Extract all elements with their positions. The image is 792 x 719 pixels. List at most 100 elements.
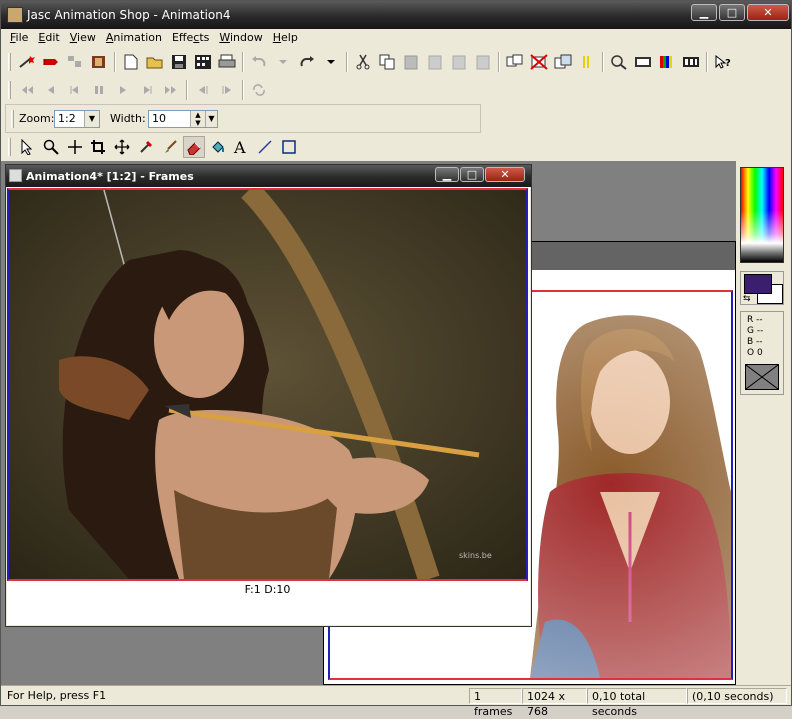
foreground-background-colors[interactable]: ⇆: [740, 271, 784, 305]
paste-icon[interactable]: [400, 51, 422, 73]
zoom-label: Zoom:: [19, 112, 55, 125]
pause-icon[interactable]: [88, 79, 110, 101]
cut-icon[interactable]: [352, 51, 374, 73]
banner-wizard-icon[interactable]: [40, 51, 62, 73]
width-value: 10: [152, 112, 166, 125]
paste-before-icon[interactable]: [424, 51, 446, 73]
zoom-select[interactable]: 1:2 ▼: [54, 110, 100, 128]
frame-1-thumbnail[interactable]: skins.be: [7, 188, 528, 581]
menu-effects[interactable]: Effects: [167, 29, 214, 48]
application-window: Jasc Animation Shop - Animation4 ▁ □ ✕ F…: [0, 0, 792, 718]
toolbar-grip[interactable]: [8, 81, 11, 99]
vcr-toolbar: [1, 78, 271, 102]
width-dropdown-icon[interactable]: ▼: [205, 111, 217, 127]
watermark: skins.be: [459, 551, 492, 560]
print-icon[interactable]: [216, 51, 238, 73]
play-backward-icon[interactable]: [192, 79, 214, 101]
first-frame-icon[interactable]: [16, 79, 38, 101]
toolbar-grip[interactable]: [8, 53, 11, 71]
paintbrush-tool-icon[interactable]: [159, 136, 181, 158]
film-frames-icon[interactable]: [680, 51, 702, 73]
zoom-value: 1:2: [58, 112, 76, 125]
close-button[interactable]: ✕: [747, 4, 789, 21]
menu-window[interactable]: Window: [214, 29, 267, 48]
insert-frames-icon[interactable]: [504, 51, 526, 73]
foreground-color-swatch[interactable]: [744, 274, 772, 294]
mover-tool-icon[interactable]: [111, 136, 133, 158]
zoom-tool-icon[interactable]: [40, 136, 62, 158]
previous-frame-icon[interactable]: [64, 79, 86, 101]
status-seconds: (0,10 seconds): [687, 688, 787, 704]
view-animation-icon[interactable]: [608, 51, 630, 73]
frames-maximize-button[interactable]: □: [460, 167, 484, 182]
text-tool-icon[interactable]: A: [230, 136, 252, 158]
play-icon[interactable]: [136, 79, 158, 101]
menu-edit[interactable]: Edit: [33, 29, 64, 48]
menu-file[interactable]: File: [5, 29, 33, 48]
menu-bar: File Edit View Animation Effects Window …: [1, 29, 791, 48]
redo-icon[interactable]: [296, 51, 318, 73]
filmstrip-icon[interactable]: [632, 51, 654, 73]
title-bar[interactable]: Jasc Animation Shop - Animation4 ▁ □ ✕: [1, 1, 791, 29]
new-file-icon[interactable]: [120, 51, 142, 73]
menu-view[interactable]: View: [65, 29, 101, 48]
menu-animation[interactable]: Animation: [101, 29, 167, 48]
copy-icon[interactable]: [376, 51, 398, 73]
fill-tool-icon[interactable]: [207, 136, 229, 158]
tool-options-bar: Zoom: 1:2 ▼ Width: 10 ▲ ▼ ▼: [5, 104, 481, 133]
chevron-down-icon[interactable]: ▼: [84, 111, 99, 127]
menu-help[interactable]: Help: [268, 29, 303, 48]
open-folder-icon[interactable]: [144, 51, 166, 73]
play-forward-icon[interactable]: [216, 79, 238, 101]
green-readout: G --: [747, 326, 764, 336]
paste-after-icon[interactable]: [448, 51, 470, 73]
optimization-wizard-icon[interactable]: [64, 51, 86, 73]
last-frame-icon[interactable]: [160, 79, 182, 101]
loop-icon[interactable]: [248, 79, 270, 101]
preview-wizard-icon[interactable]: [88, 51, 110, 73]
frames-window[interactable]: Animation4* [1:2] - Frames ▁ □ ✕ skins.b…: [5, 164, 532, 627]
crosshair-tool-icon[interactable]: [64, 136, 86, 158]
frames-close-button[interactable]: ✕: [485, 167, 525, 182]
shapes-tool-icon[interactable]: [278, 136, 300, 158]
frame-properties-icon[interactable]: [552, 51, 574, 73]
redo-dropdown-icon[interactable]: [320, 51, 342, 73]
width-stepper[interactable]: 10 ▲ ▼ ▼: [148, 110, 218, 128]
svg-text:A: A: [233, 139, 246, 155]
rewind-icon[interactable]: [40, 79, 62, 101]
dropper-tool-icon[interactable]: [135, 136, 157, 158]
toolbar-grip[interactable]: [11, 110, 14, 128]
minimize-button[interactable]: ▁: [691, 4, 717, 21]
undo-dropdown-icon[interactable]: [272, 51, 294, 73]
color-picker[interactable]: [740, 167, 784, 263]
status-frame-count: 1 frames: [469, 688, 522, 718]
swap-colors-icon[interactable]: ⇆: [743, 294, 751, 304]
maximize-button[interactable]: □: [719, 4, 745, 21]
delete-frames-icon[interactable]: [528, 51, 550, 73]
animation-wizard-icon[interactable]: [16, 51, 38, 73]
opacity-readout: O 0: [747, 348, 763, 358]
spin-arrows-icon[interactable]: ▲ ▼: [190, 111, 205, 127]
archer-photo: skins.be: [9, 190, 526, 579]
frames-minimize-button[interactable]: ▁: [435, 167, 459, 182]
status-dimensions: 1024 x 768: [522, 688, 587, 718]
undo-icon[interactable]: [248, 51, 270, 73]
arrow-tool-icon[interactable]: [16, 136, 38, 158]
app-icon[interactable]: [7, 7, 23, 23]
width-label: Width:: [110, 112, 146, 125]
animation-properties-icon[interactable]: [576, 51, 598, 73]
line-tool-icon[interactable]: [254, 136, 276, 158]
frames-window-titlebar[interactable]: Animation4* [1:2] - Frames ▁ □ ✕: [6, 165, 531, 187]
context-help-icon[interactable]: ?: [712, 51, 734, 73]
save-frames-icon[interactable]: [192, 51, 214, 73]
save-icon[interactable]: [168, 51, 190, 73]
crop-tool-icon[interactable]: [87, 136, 109, 158]
next-frame-icon[interactable]: [112, 79, 134, 101]
standard-toolbar: ?: [1, 49, 791, 75]
color-palette-icon[interactable]: [656, 51, 678, 73]
toolbar-grip[interactable]: [8, 138, 11, 156]
frames-window-icon[interactable]: [9, 169, 22, 182]
status-bar: For Help, press F1 1 frames 1024 x 768 0…: [1, 685, 791, 718]
paste-into-icon[interactable]: [472, 51, 494, 73]
eraser-tool-icon[interactable]: [182, 136, 205, 158]
